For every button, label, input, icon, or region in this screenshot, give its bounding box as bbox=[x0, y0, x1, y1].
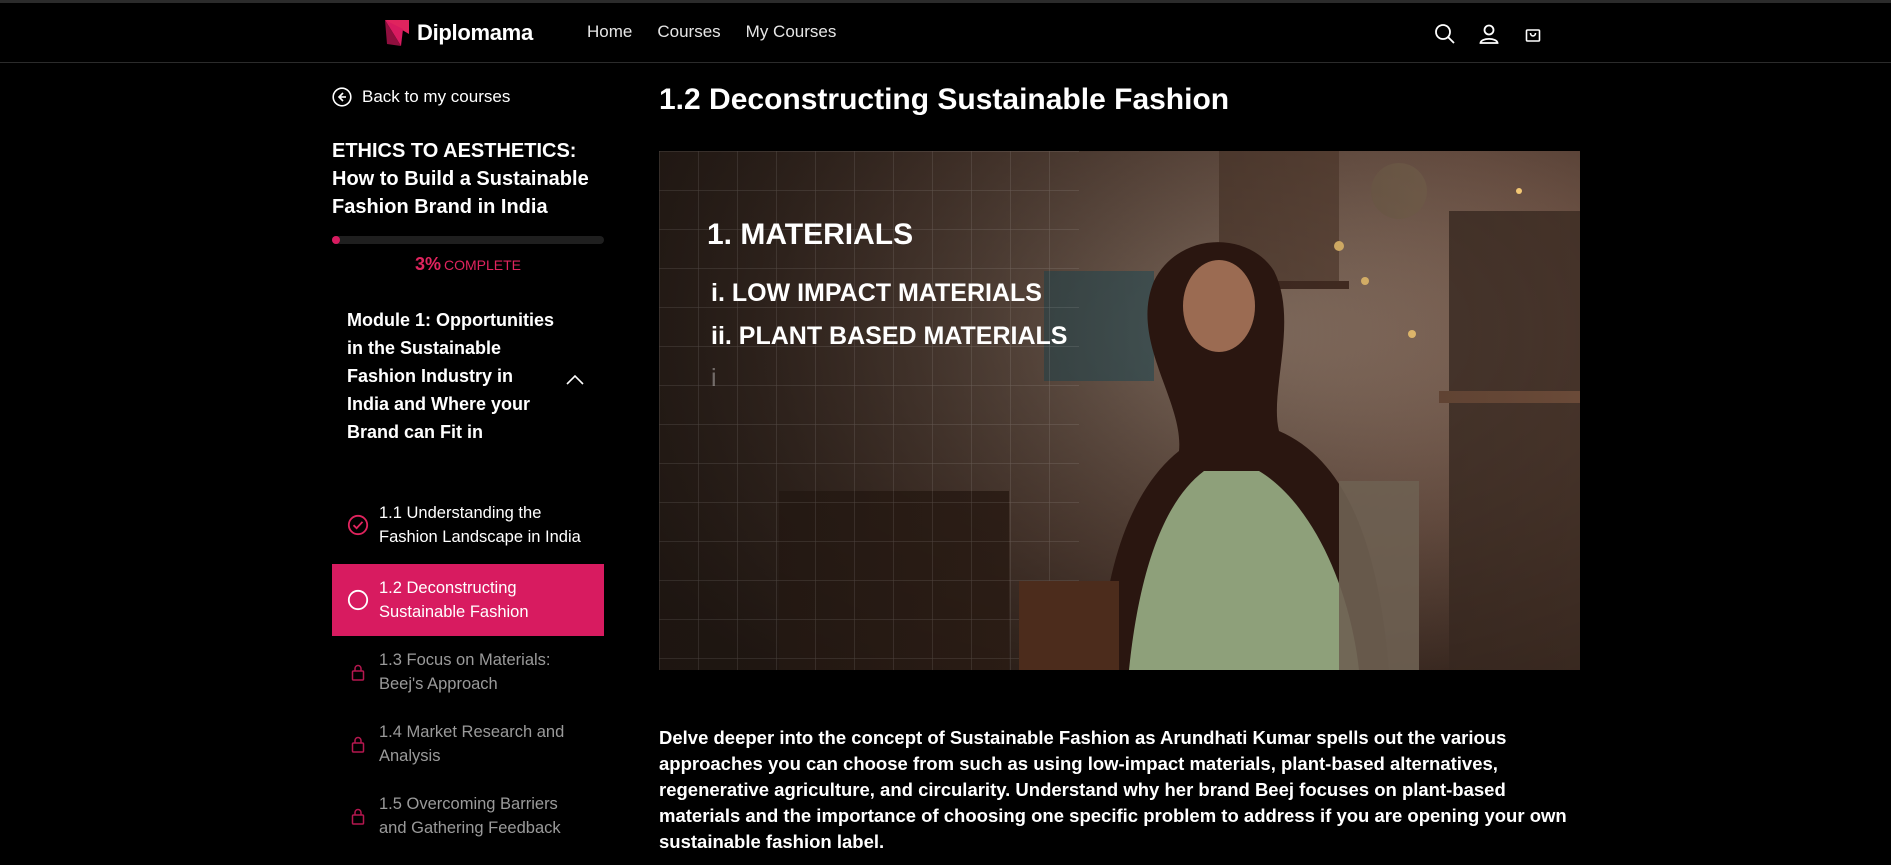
lock-icon bbox=[351, 736, 365, 753]
module-title: Module 1: Opportunities in the Sustainab… bbox=[347, 310, 554, 442]
video-heading: 1. MATERIALS bbox=[707, 218, 913, 251]
cart-icon[interactable] bbox=[1521, 22, 1545, 46]
logo-text: Diplomama bbox=[417, 20, 533, 45]
logo[interactable]: Diplomama bbox=[383, 18, 533, 48]
circle-icon bbox=[347, 589, 369, 611]
lesson-label: 1.2 Deconstructing Sustainable Fashion bbox=[379, 579, 529, 621]
account-icon[interactable] bbox=[1477, 22, 1501, 46]
video-item-3: i bbox=[711, 364, 717, 392]
progress-percent: 3% bbox=[414, 254, 441, 274]
progress-bar-fill bbox=[332, 236, 341, 244]
diplomama-logo-icon bbox=[385, 20, 409, 46]
nav-courses[interactable]: Courses bbox=[657, 22, 720, 42]
progress-label: COMPLETE bbox=[444, 257, 522, 273]
course-title: ETHICS TO AESTHETICS: How to Build a Sus… bbox=[332, 140, 589, 218]
module-accordion-header[interactable]: Module 1: Opportunities in the Sustainab… bbox=[347, 306, 587, 446]
arrow-left-circle-icon bbox=[332, 87, 352, 107]
lesson-item-1-1[interactable]: 1.1 Understanding the Fashion Landscape … bbox=[332, 489, 604, 561]
lock-icon bbox=[351, 664, 365, 681]
lesson-item-1-3[interactable]: 1.3 Focus on Materials: Beej's Approach bbox=[332, 636, 604, 708]
search-icon[interactable] bbox=[1433, 22, 1457, 46]
lesson-label: 1.1 Understanding the Fashion Landscape … bbox=[379, 504, 581, 546]
lesson-item-1-4[interactable]: 1.4 Market Research and Analysis bbox=[332, 708, 604, 780]
progress-text: 3% COMPLETE bbox=[332, 254, 604, 275]
top-navigation-bar: Diplomama Home Courses My Courses bbox=[0, 0, 1891, 63]
lesson-label: 1.5 Overcoming Barriers and Gathering Fe… bbox=[379, 795, 561, 837]
lock-icon bbox=[351, 808, 365, 825]
video-item-1: i. LOW IMPACT MATERIALS bbox=[711, 279, 1042, 307]
lesson-item-1-5[interactable]: 1.5 Overcoming Barriers and Gathering Fe… bbox=[332, 780, 604, 852]
lesson-label: 1.3 Focus on Materials: Beej's Approach bbox=[379, 651, 551, 693]
video-item-2: ii. PLANT BASED MATERIALS bbox=[711, 322, 1067, 350]
progress-bar bbox=[332, 236, 604, 244]
video-frame: 1. MATERIALS i. LOW IMPACT MATERIALS ii.… bbox=[659, 151, 1580, 670]
lesson-description: Delve deeper into the concept of Sustain… bbox=[659, 727, 1567, 852]
video-player[interactable]: 1. MATERIALS i. LOW IMPACT MATERIALS ii.… bbox=[659, 151, 1580, 670]
lesson-label: 1.4 Market Research and Analysis bbox=[379, 723, 565, 765]
chevron-up-icon[interactable] bbox=[565, 374, 585, 386]
back-to-my-courses-link[interactable]: Back to my courses bbox=[332, 87, 510, 107]
header-actions bbox=[1433, 22, 1545, 46]
check-circle-icon bbox=[347, 514, 369, 536]
main-nav: Home Courses My Courses bbox=[587, 22, 836, 42]
lesson-item-1-2[interactable]: 1.2 Deconstructing Sustainable Fashion bbox=[332, 564, 604, 636]
lesson-title: 1.2 Deconstructing Sustainable Fashion bbox=[659, 83, 1230, 116]
nav-home[interactable]: Home bbox=[587, 22, 632, 42]
nav-my-courses[interactable]: My Courses bbox=[746, 22, 837, 42]
back-link-label: Back to my courses bbox=[362, 87, 511, 106]
